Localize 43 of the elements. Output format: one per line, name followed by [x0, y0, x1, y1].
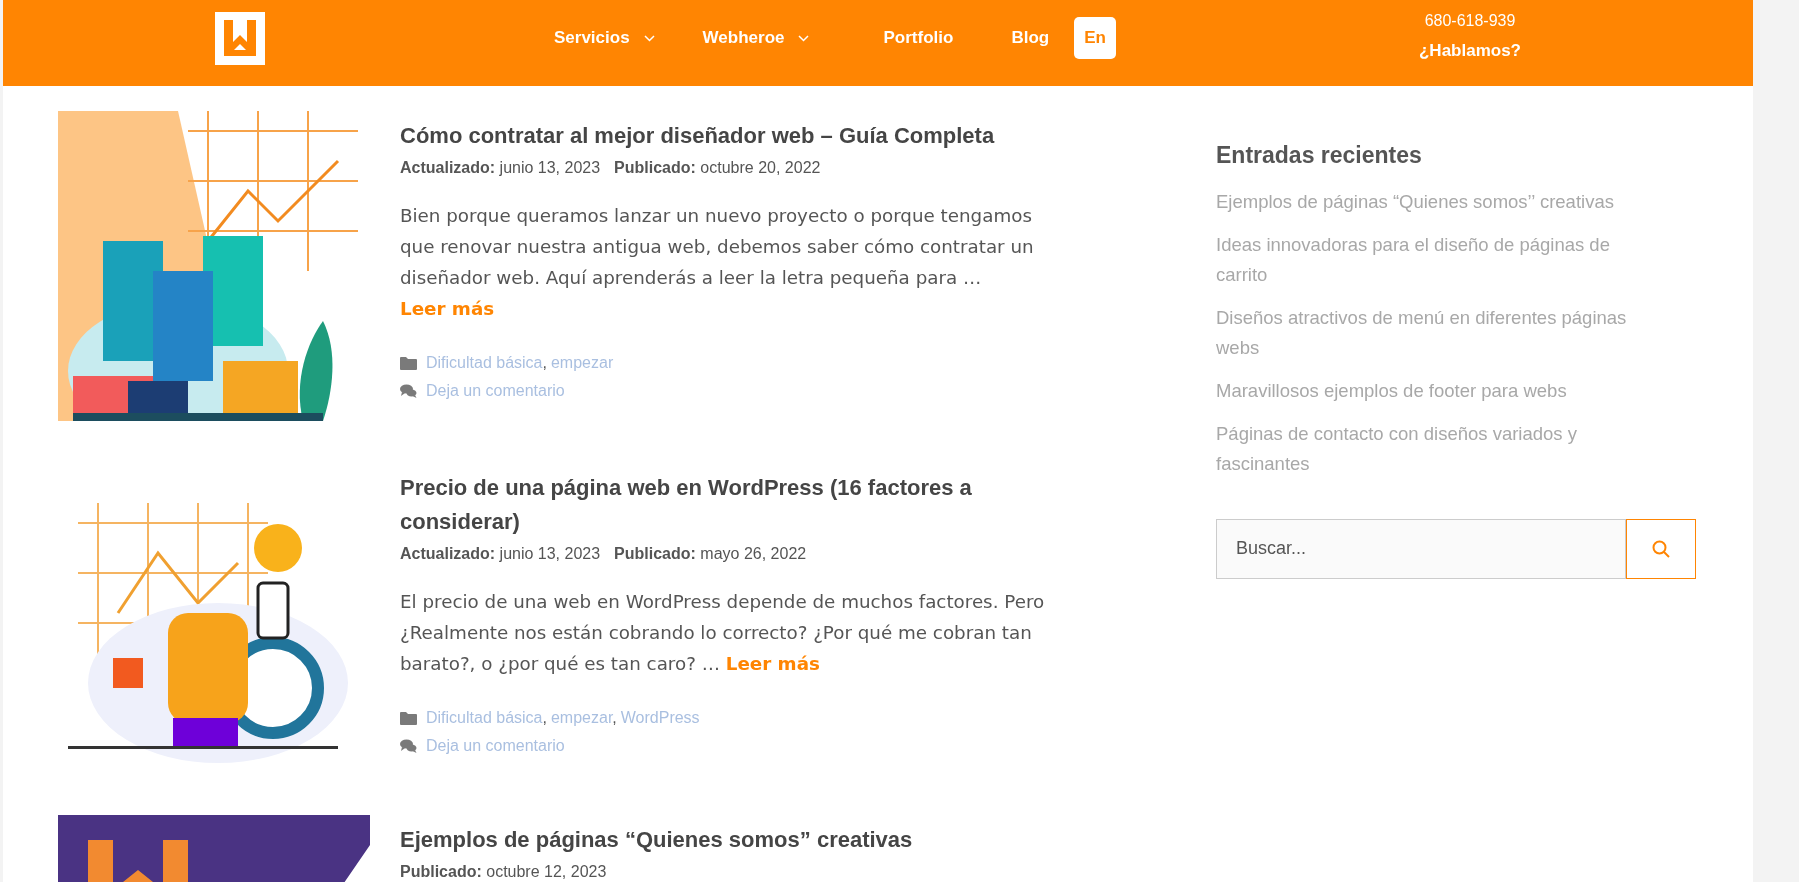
nav-link[interactable]: Blog — [1011, 25, 1050, 51]
recent-post-link[interactable]: Páginas de contacto con diseños variados y fascinantes — [1216, 418, 1656, 479]
read-more-link[interactable]: Leer más — [400, 298, 495, 319]
contact-link[interactable]: ¿Hablamos? — [1419, 38, 1521, 64]
post-date: Actualizado: junio 13, 2023 — [400, 158, 601, 178]
comments-icon — [400, 739, 417, 753]
search-icon — [1651, 538, 1671, 559]
nav-link[interactable]: Portfolio — [883, 25, 954, 51]
post-date: Publicado: octubre 12, 2023 — [400, 862, 607, 882]
phone-number[interactable]: 680-618-939 — [1424, 9, 1516, 33]
post-title[interactable]: Cómo contratar al mejor diseñador web – Guía Completa — [400, 119, 1060, 153]
recent-post-link[interactable]: Maravillosos ejemplos de footer para webs — [1216, 375, 1656, 406]
category-link[interactable]: empezar — [550, 354, 614, 371]
separator: , — [612, 709, 617, 726]
separator: , — [542, 709, 547, 726]
category-link[interactable]: WordPress — [620, 709, 700, 726]
folder-icon — [400, 711, 417, 725]
recent-post-link[interactable]: Diseños atractivos de menú en diferentes páginas webs — [1216, 302, 1656, 363]
post-date: Actualizado: junio 13, 2023 — [400, 544, 601, 564]
comment-link[interactable]: Deja un comentario — [426, 734, 565, 758]
post-title[interactable]: Ejemplos de páginas “Quienes somos” creativas — [400, 823, 1060, 857]
search-button[interactable] — [1626, 518, 1696, 579]
logo-icon[interactable] — [215, 12, 265, 65]
post-excerpt: El precio de una web en WordPress depende de muchos factores. Pero ¿Realmente nos están cobrando lo correcto? ¿Por qué me cobran tan barato?, o ¿por qué es tan caro? … Leer más — [400, 590, 1046, 676]
nav-link[interactable]: Servicios — [554, 25, 655, 51]
search-field[interactable]: Buscar... — [1216, 518, 1626, 579]
read-more-link[interactable]: Leer más — [725, 653, 820, 674]
comments-icon — [400, 384, 417, 398]
category-link[interactable]: Dificultad básica — [426, 354, 543, 371]
sidebar-heading: Entradas recientes — [1216, 141, 1423, 170]
separator: , — [542, 354, 547, 371]
comment-link[interactable]: Deja un comentario — [426, 379, 565, 403]
nav-link[interactable]: Webheroe — [702, 25, 810, 51]
post-title[interactable]: Precio de una página web en WordPress (16 factores a considerar) — [400, 471, 1060, 539]
recent-post-link[interactable]: Ejemplos de páginas “Quienes somos’’ creativas — [1216, 186, 1656, 217]
post-date: Publicado: octubre 20, 2022 — [614, 158, 821, 178]
post-excerpt: Bien porque queramos lanzar un nuevo proyecto o porque tengamos que renovar nuestra antigua web, debemos saber cómo contratar un diseñador web. Aquí aprenderás a leer la letra pequeña para … Leer más — [400, 204, 1035, 321]
category-link[interactable]: Dificultad básica — [426, 709, 543, 726]
folder-icon — [400, 356, 417, 370]
post-date: Publicado: mayo 26, 2022 — [614, 544, 807, 564]
category-link[interactable]: empezar — [550, 709, 613, 726]
recent-post-link[interactable]: Ideas innovadoras para el diseño de páginas de carrito — [1216, 229, 1656, 290]
language-button[interactable]: En — [1074, 17, 1117, 59]
